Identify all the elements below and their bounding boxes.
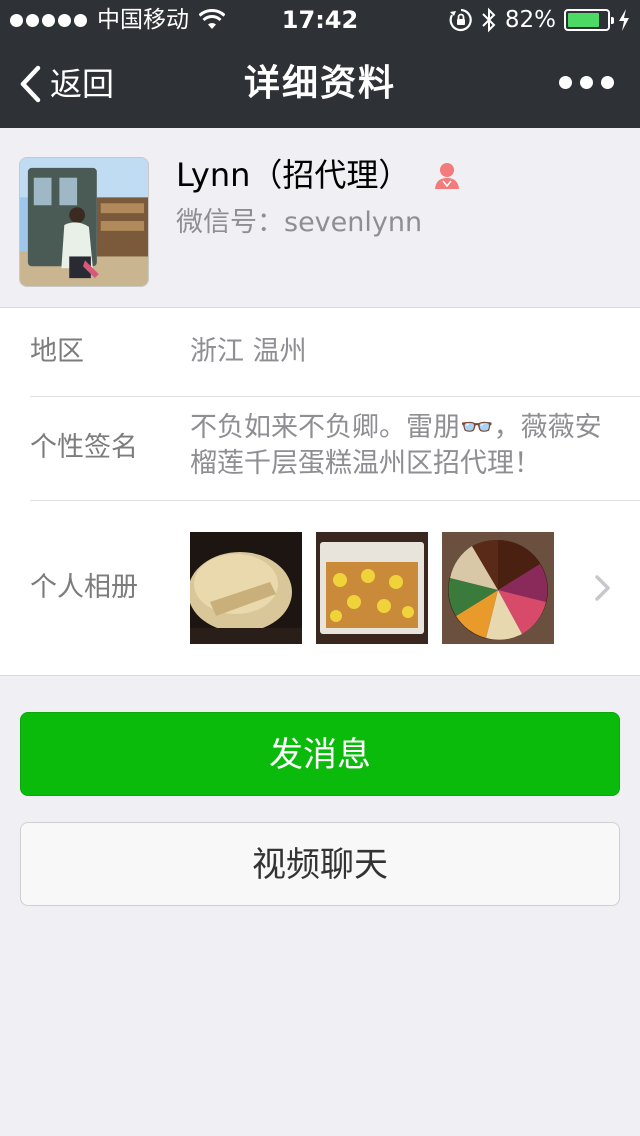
- page-title: 详细资料: [243, 63, 396, 104]
- album-thumb-rainbow-cake[interactable]: [442, 532, 554, 644]
- video-chat-button[interactable]: 视频聊天: [20, 822, 620, 906]
- avatar-photo: [20, 158, 148, 286]
- album-label: 个人相册: [30, 572, 138, 603]
- info-card: 地区 浙江 温州 个性签名 不负如来不负卿。雷朋👓，薇薇安榴莲千层蛋糕温州区招代…: [0, 308, 640, 676]
- bluetooth-icon: [482, 7, 496, 33]
- battery-icon: [564, 9, 614, 31]
- signature-label: 个性签名: [30, 432, 138, 463]
- female-icon: [435, 163, 460, 189]
- durian-cake-box-photo: [316, 532, 428, 644]
- rotation-lock-icon: [449, 8, 472, 32]
- region-row: 地区 浙江 温州: [30, 308, 640, 396]
- profile-header: Lynn（招代理） 微信号：sevenlynn: [0, 128, 640, 308]
- album-row[interactable]: 个人相册: [30, 500, 640, 676]
- status-right: 82%: [449, 6, 630, 34]
- album-thumb-crepe-cake[interactable]: [190, 532, 302, 644]
- region-value: 浙江 温州: [190, 336, 307, 367]
- send-message-button[interactable]: 发消息: [20, 712, 620, 796]
- wechat-id: 微信号：sevenlynn: [176, 207, 423, 238]
- battery-level: [568, 13, 600, 27]
- battery-percent: 82%: [504, 7, 556, 33]
- navigation-bar: 返回 详细资料: [0, 40, 640, 128]
- rainbow-cake-photo: [442, 532, 554, 644]
- chevron-right-icon: [595, 575, 610, 601]
- signature-row: 个性签名 不负如来不负卿。雷朋👓，薇薇安榴莲千层蛋糕温州区招代理！: [30, 396, 640, 500]
- more-dots-icon[interactable]: [559, 76, 614, 89]
- signature-value: 不负如来不负卿。雷朋👓，薇薇安榴莲千层蛋糕温州区招代理！: [190, 412, 602, 479]
- status-bar: 中国移动 17:42 82%: [0, 0, 640, 40]
- avatar[interactable]: [19, 157, 149, 287]
- charging-icon: [619, 9, 629, 31]
- album-thumb-durian-box[interactable]: [316, 532, 428, 644]
- crepe-cake-photo: [190, 532, 302, 644]
- album-thumbnails: [190, 532, 554, 644]
- profile-name-row: Lynn（招代理）: [176, 154, 462, 196]
- region-label: 地区: [30, 336, 84, 367]
- profile-name: Lynn（招代理）: [176, 156, 411, 194]
